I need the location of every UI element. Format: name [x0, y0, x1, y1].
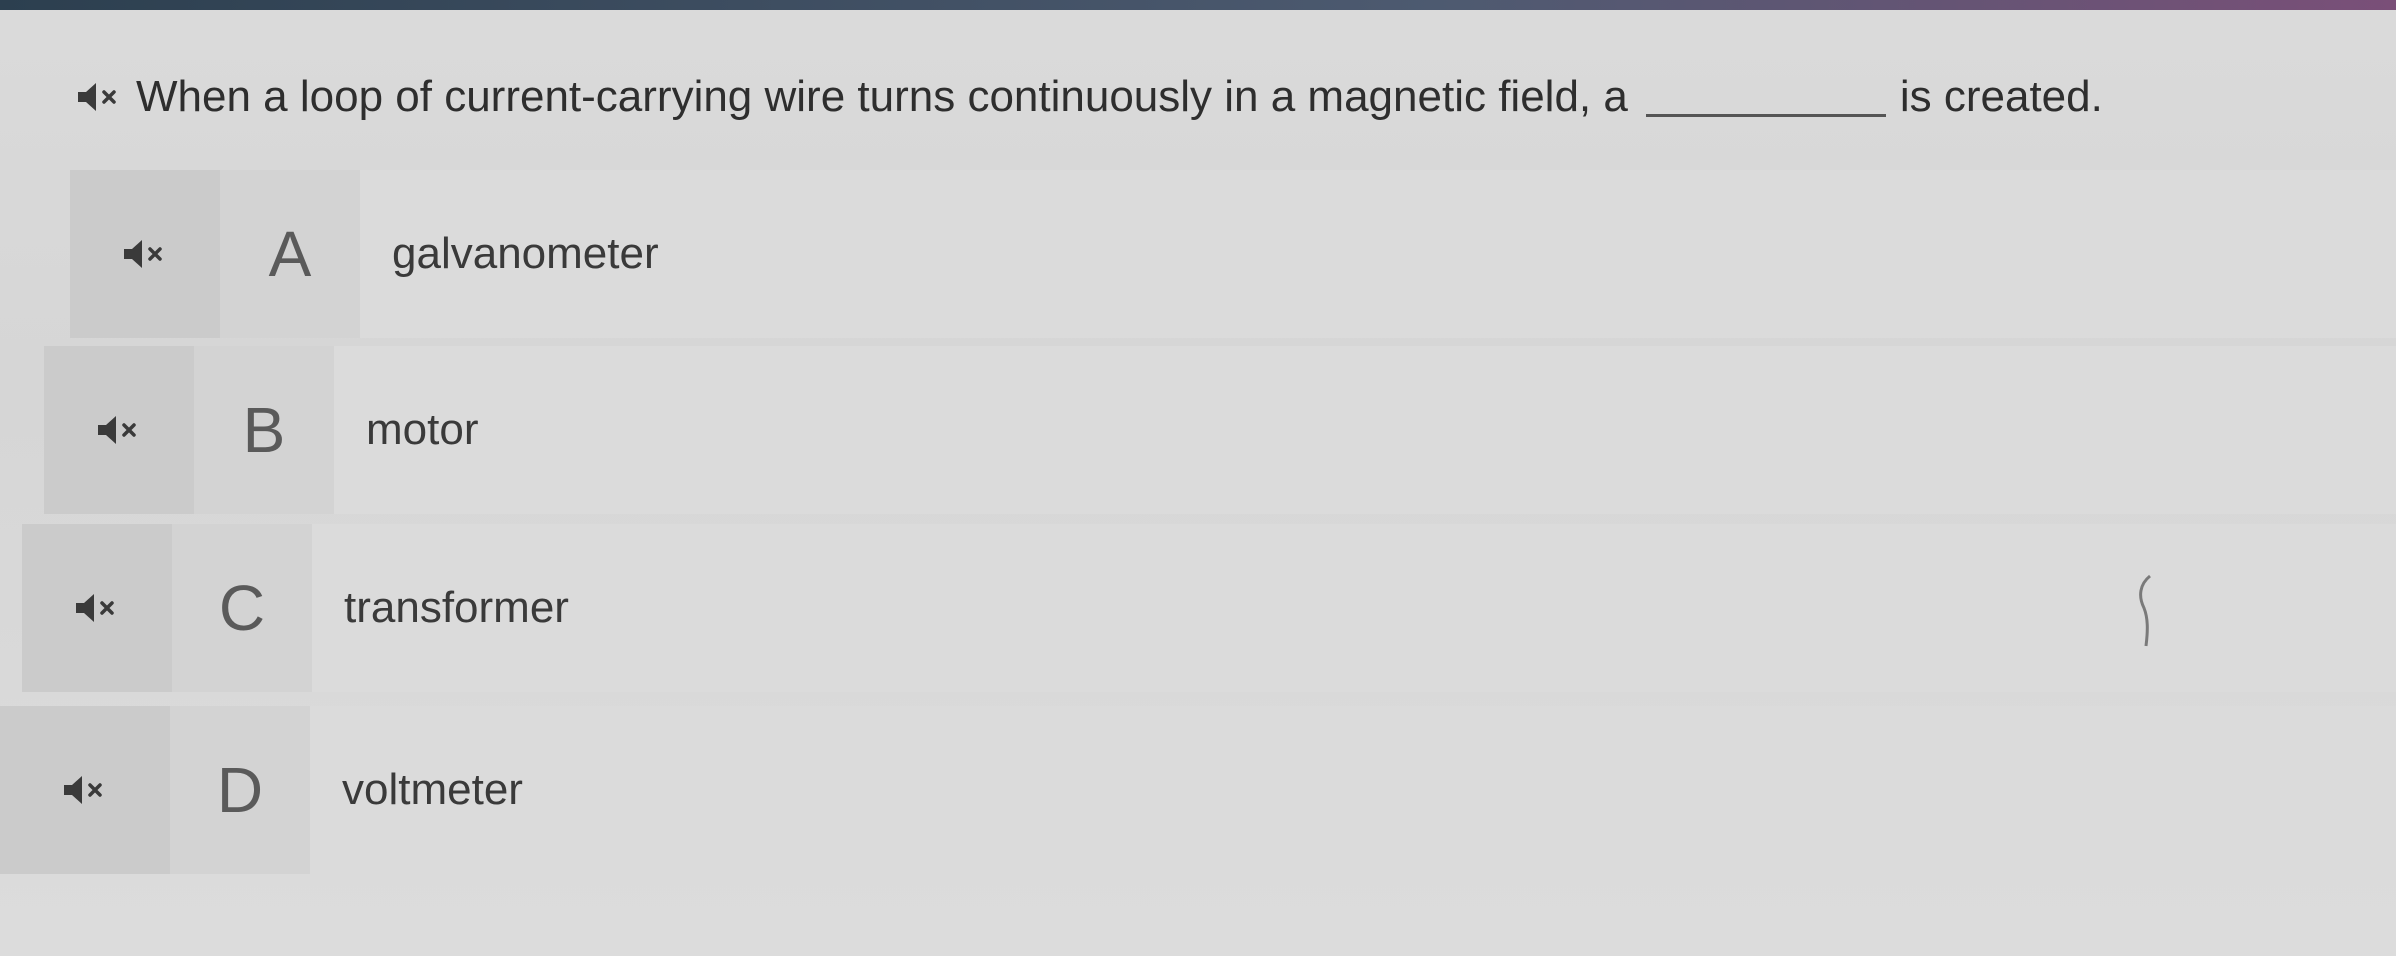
answer-blank: [1645, 78, 1886, 117]
option-c-label: transformer: [312, 524, 2396, 692]
option-a-audio-button[interactable]: [70, 170, 220, 338]
screen-scratch-mark: [2139, 574, 2151, 647]
speaker-muted-icon[interactable]: [76, 80, 122, 114]
speaker-muted-icon: [74, 591, 120, 625]
option-a-letter: A: [220, 170, 360, 338]
option-d-audio-button[interactable]: [0, 706, 170, 874]
option-b-letter: B: [194, 346, 334, 514]
quiz-page: When a loop of current-carrying wire tur…: [0, 10, 2396, 956]
option-a[interactable]: A galvanometer: [70, 170, 2396, 338]
question-text-after: is created.: [1899, 72, 2103, 121]
option-c[interactable]: C transformer: [22, 524, 2396, 692]
speaker-muted-icon: [122, 237, 168, 271]
option-b[interactable]: B motor: [44, 346, 2396, 514]
option-d[interactable]: D voltmeter: [0, 706, 2396, 874]
speaker-muted-icon: [96, 413, 142, 447]
option-c-audio-button[interactable]: [22, 524, 172, 692]
option-b-audio-button[interactable]: [44, 346, 194, 514]
top-accent-strip: [0, 0, 2396, 10]
option-d-label: voltmeter: [310, 706, 2396, 874]
question-prompt: When a loop of current-carrying wire tur…: [76, 72, 2326, 122]
option-c-letter: C: [172, 524, 312, 692]
question-text-before: When a loop of current-carrying wire tur…: [136, 72, 1628, 121]
option-d-letter: D: [170, 706, 310, 874]
option-b-label: motor: [334, 346, 2396, 514]
option-a-label: galvanometer: [360, 170, 2396, 338]
speaker-muted-icon: [62, 773, 108, 807]
